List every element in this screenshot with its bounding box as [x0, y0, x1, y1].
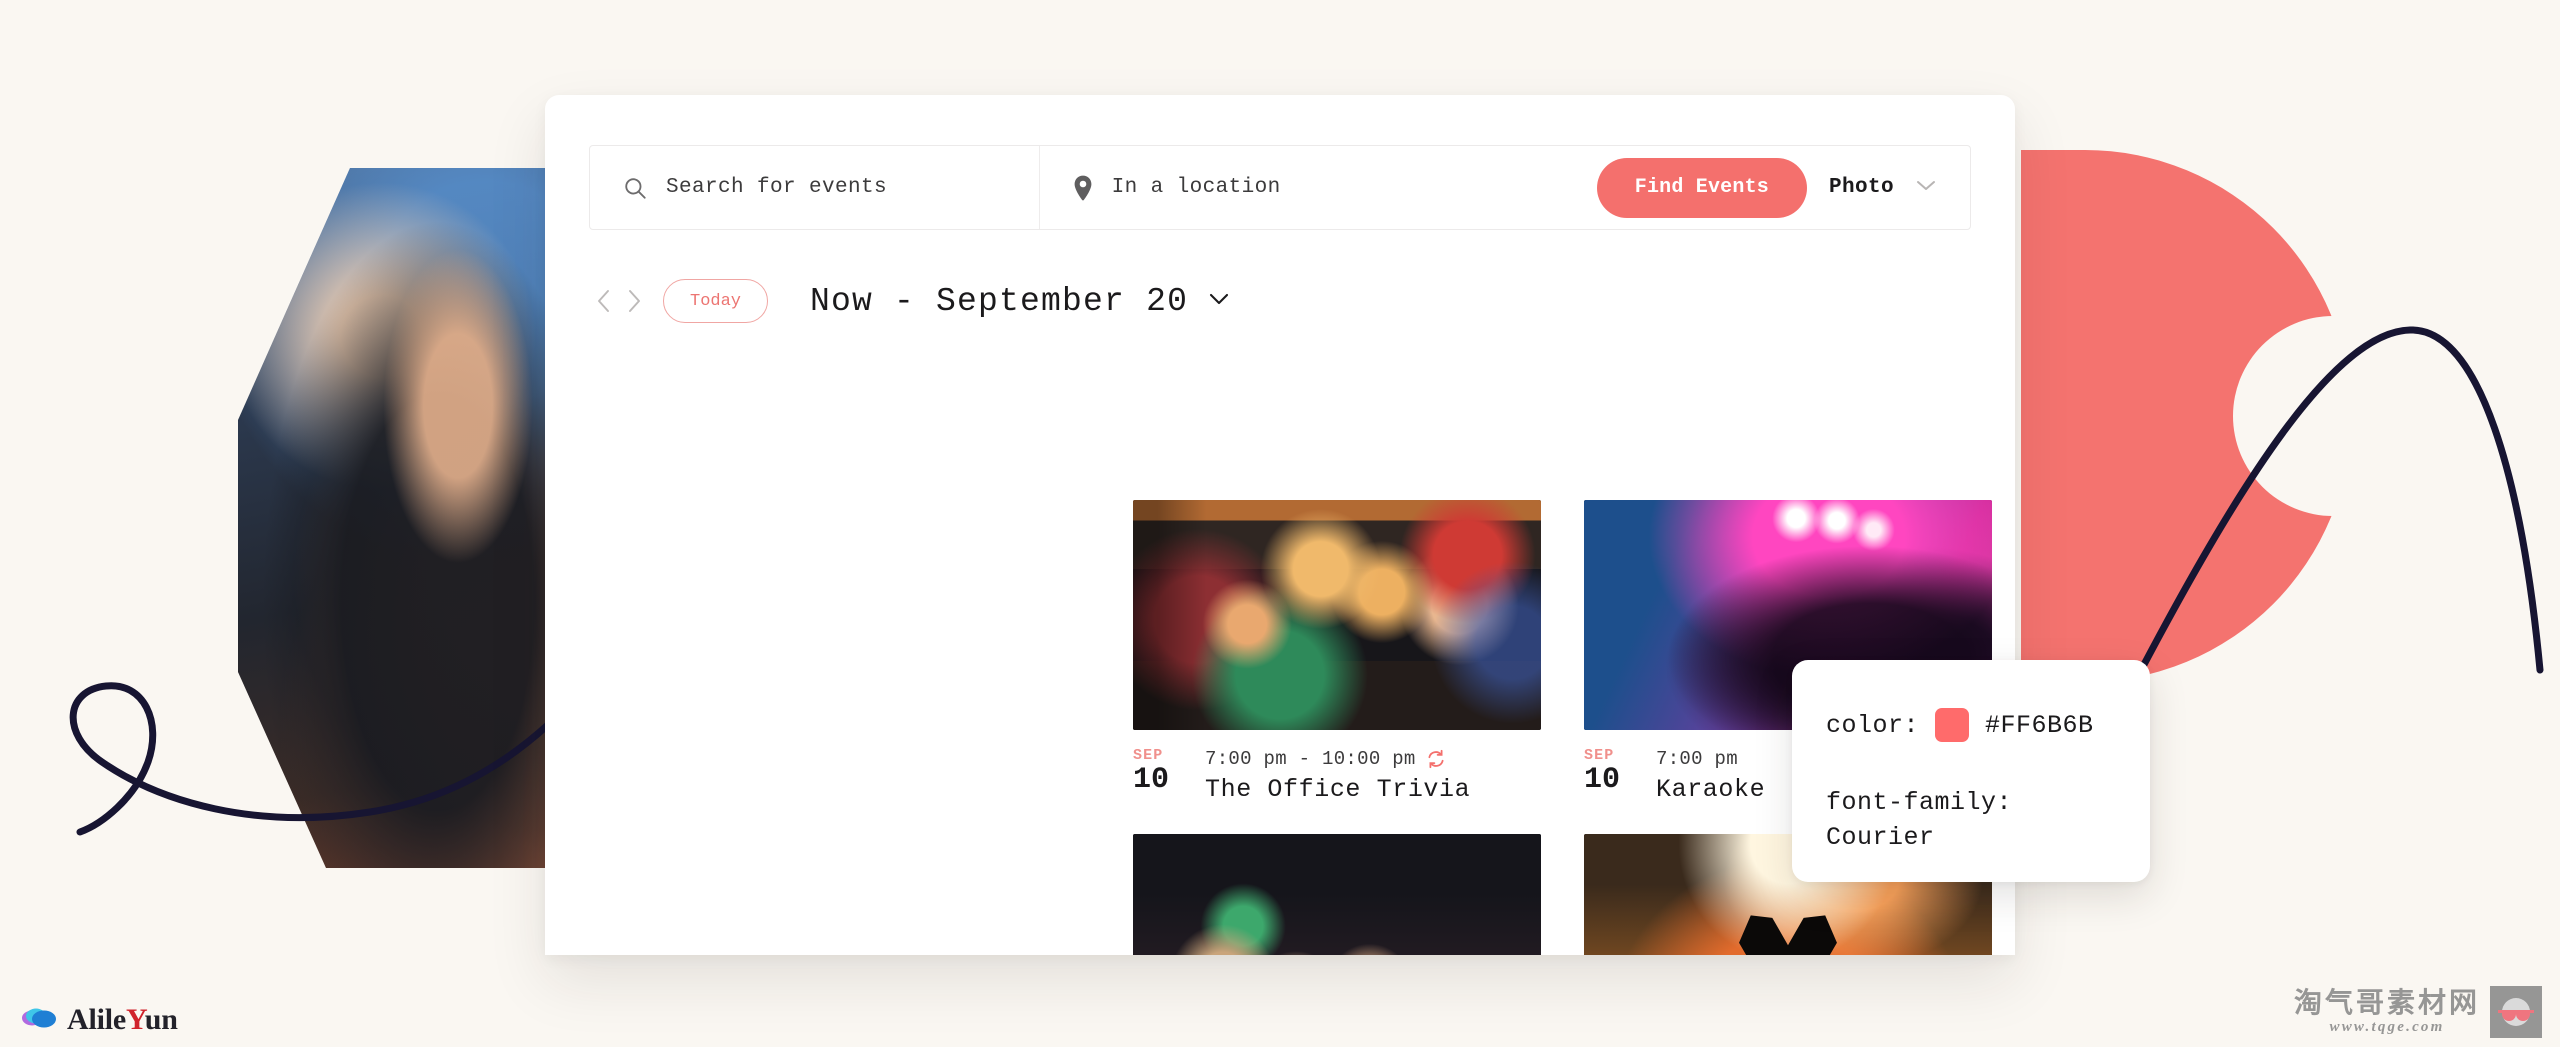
today-button[interactable]: Today: [663, 279, 769, 323]
coral-c-shape-decoration: [2021, 150, 2351, 682]
repeat-icon: [1426, 749, 1446, 769]
site-watermark: 淘气哥素材网 www.tqge.com: [2288, 985, 2542, 1039]
tooltip-font-row: font-family: Courier: [1826, 786, 2150, 855]
view-mode-label: Photo: [1828, 176, 1894, 199]
search-bar: Search for events In a location Find Eve…: [589, 145, 1971, 230]
brand-watermark: AlileYun: [20, 1003, 178, 1037]
event-card[interactable]: SEP 10 7:00 pm - 10:00 pm The Office Tri…: [1133, 500, 1541, 804]
prev-date-button[interactable]: [589, 281, 619, 321]
search-icon: [622, 175, 648, 201]
style-tooltip-card: color: #FF6B6B font-family: Courier: [1792, 660, 2150, 882]
search-input[interactable]: Search for events: [590, 146, 1039, 229]
tooltip-font-label: font-family:: [1826, 788, 2013, 817]
glasses-icon: [2490, 985, 2542, 1038]
next-date-button[interactable]: [619, 281, 649, 321]
site-watermark-text: 淘气哥素材网 www.tqge.com: [2288, 985, 2490, 1039]
tooltip-color-value: #FF6B6B: [1985, 710, 2094, 740]
search-input-placeholder: Search for events: [666, 176, 888, 199]
event-time: 7:00 pm: [1656, 748, 1738, 770]
site-watermark-url: www.tqge.com: [2329, 1019, 2445, 1035]
cloud-icon: [20, 1005, 58, 1036]
event-title: The Office Trivia: [1205, 775, 1471, 804]
view-mode-dropdown[interactable]: Photo: [1829, 176, 1938, 199]
event-month: SEP: [1133, 747, 1164, 764]
event-time-row: 7:00 pm - 10:00 pm: [1205, 748, 1470, 770]
tooltip-font-value: Courier: [1826, 822, 1935, 852]
brand-suffix: un: [144, 1003, 178, 1036]
event-time-row: 7:00 pm: [1656, 748, 1765, 770]
event-card[interactable]: [1133, 834, 1541, 955]
brand-name: AlileYun: [67, 1003, 178, 1037]
event-date: SEP 10: [1584, 747, 1636, 797]
event-info: 7:00 pm Karaoke: [1656, 747, 1765, 804]
location-input[interactable]: In a location: [1038, 146, 1597, 229]
event-thumbnail[interactable]: [1133, 834, 1541, 955]
map-pin-icon: [1072, 175, 1094, 201]
event-meta: SEP 10 7:00 pm - 10:00 pm The Office Tri…: [1133, 747, 1541, 804]
event-day: 10: [1133, 763, 1170, 798]
date-navigation: Today Now - September 20: [589, 273, 1232, 329]
tooltip-color-row: color: #FF6B6B: [1826, 708, 2150, 742]
event-month: SEP: [1584, 747, 1615, 764]
navy-arc-decoration: [2124, 326, 2544, 699]
event-time: 7:00 pm - 10:00 pm: [1205, 748, 1416, 770]
date-range-label: Now - September 20: [810, 282, 1189, 320]
location-input-placeholder: In a location: [1111, 176, 1281, 199]
brand-accent-letter: Y: [126, 1003, 145, 1036]
event-date: SEP 10: [1133, 747, 1185, 797]
tooltip-color-label: color:: [1826, 710, 1920, 740]
chevron-down-icon: [1914, 177, 1938, 198]
chevron-down-icon: [1206, 290, 1232, 313]
brand-prefix: Alile: [67, 1003, 126, 1036]
color-swatch: [1935, 708, 1970, 742]
event-title: Karaoke: [1656, 775, 1766, 804]
event-day: 10: [1584, 763, 1621, 798]
event-info: 7:00 pm - 10:00 pm The Office Trivia: [1205, 747, 1470, 804]
screenshot-canvas: Search for events In a location Find Eve…: [0, 0, 2560, 1047]
find-events-button[interactable]: Find Events: [1596, 157, 1807, 218]
site-watermark-cn: 淘气哥素材网: [2293, 985, 2480, 1019]
event-thumbnail[interactable]: [1133, 500, 1541, 730]
date-range-selector[interactable]: Now - September 20: [810, 283, 1232, 320]
